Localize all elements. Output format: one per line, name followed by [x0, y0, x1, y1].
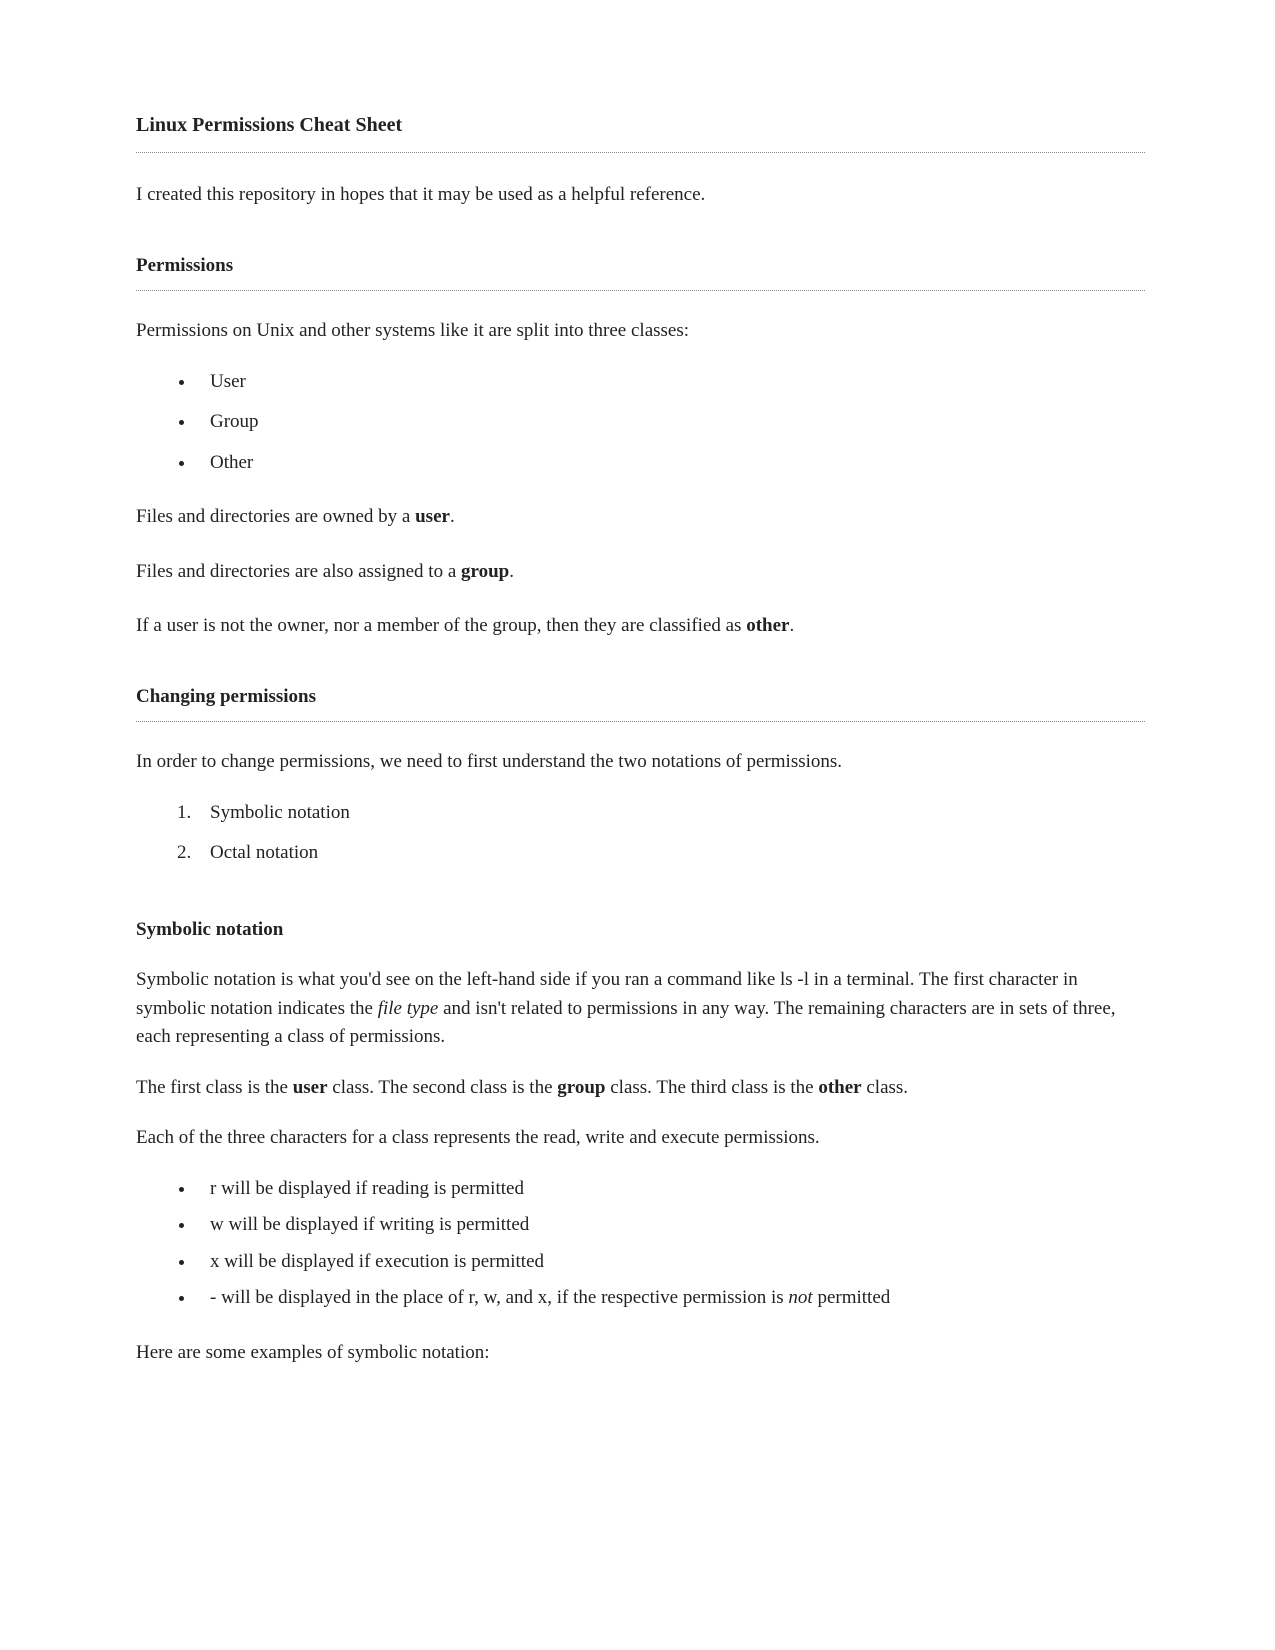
owned-by-user-paragraph: Files and directories are owned by a use…	[136, 503, 1145, 532]
list-item: Group	[196, 408, 1145, 437]
permissions-intro: Permissions on Unix and other systems li…	[136, 317, 1145, 346]
changing-permissions-intro: In order to change permissions, we need …	[136, 748, 1145, 777]
list-item: User	[196, 368, 1145, 397]
list-item: w will be displayed if writing is permit…	[196, 1211, 1145, 1240]
list-item: r will be displayed if reading is permit…	[196, 1175, 1145, 1204]
notation-list: Symbolic notation Octal notation	[196, 799, 1145, 868]
symbolic-classes-paragraph: The first class is the user class. The s…	[136, 1074, 1145, 1103]
symbolic-notation-heading: Symbolic notation	[136, 916, 1145, 945]
intro-paragraph: I created this repository in hopes that …	[136, 181, 1145, 210]
list-item: Octal notation	[196, 839, 1145, 868]
list-item: Symbolic notation	[196, 799, 1145, 828]
classified-as-other-paragraph: If a user is not the owner, nor a member…	[136, 612, 1145, 641]
list-item: x will be displayed if execution is perm…	[196, 1248, 1145, 1277]
permissions-heading: Permissions	[136, 252, 1145, 292]
changing-permissions-heading: Changing permissions	[136, 683, 1145, 723]
permissions-classes-list: User Group Other	[196, 368, 1145, 478]
symbolic-rwx-paragraph: Each of the three characters for a class…	[136, 1124, 1145, 1153]
symbolic-examples-intro: Here are some examples of symbolic notat…	[136, 1339, 1145, 1368]
doc-title: Linux Permissions Cheat Sheet	[136, 110, 1145, 153]
rwx-list: r will be displayed if reading is permit…	[196, 1175, 1145, 1313]
symbolic-intro-paragraph: Symbolic notation is what you'd see on t…	[136, 966, 1145, 1052]
assigned-to-group-paragraph: Files and directories are also assigned …	[136, 558, 1145, 587]
list-item: Other	[196, 449, 1145, 478]
list-item: - will be displayed in the place of r, w…	[196, 1284, 1145, 1313]
